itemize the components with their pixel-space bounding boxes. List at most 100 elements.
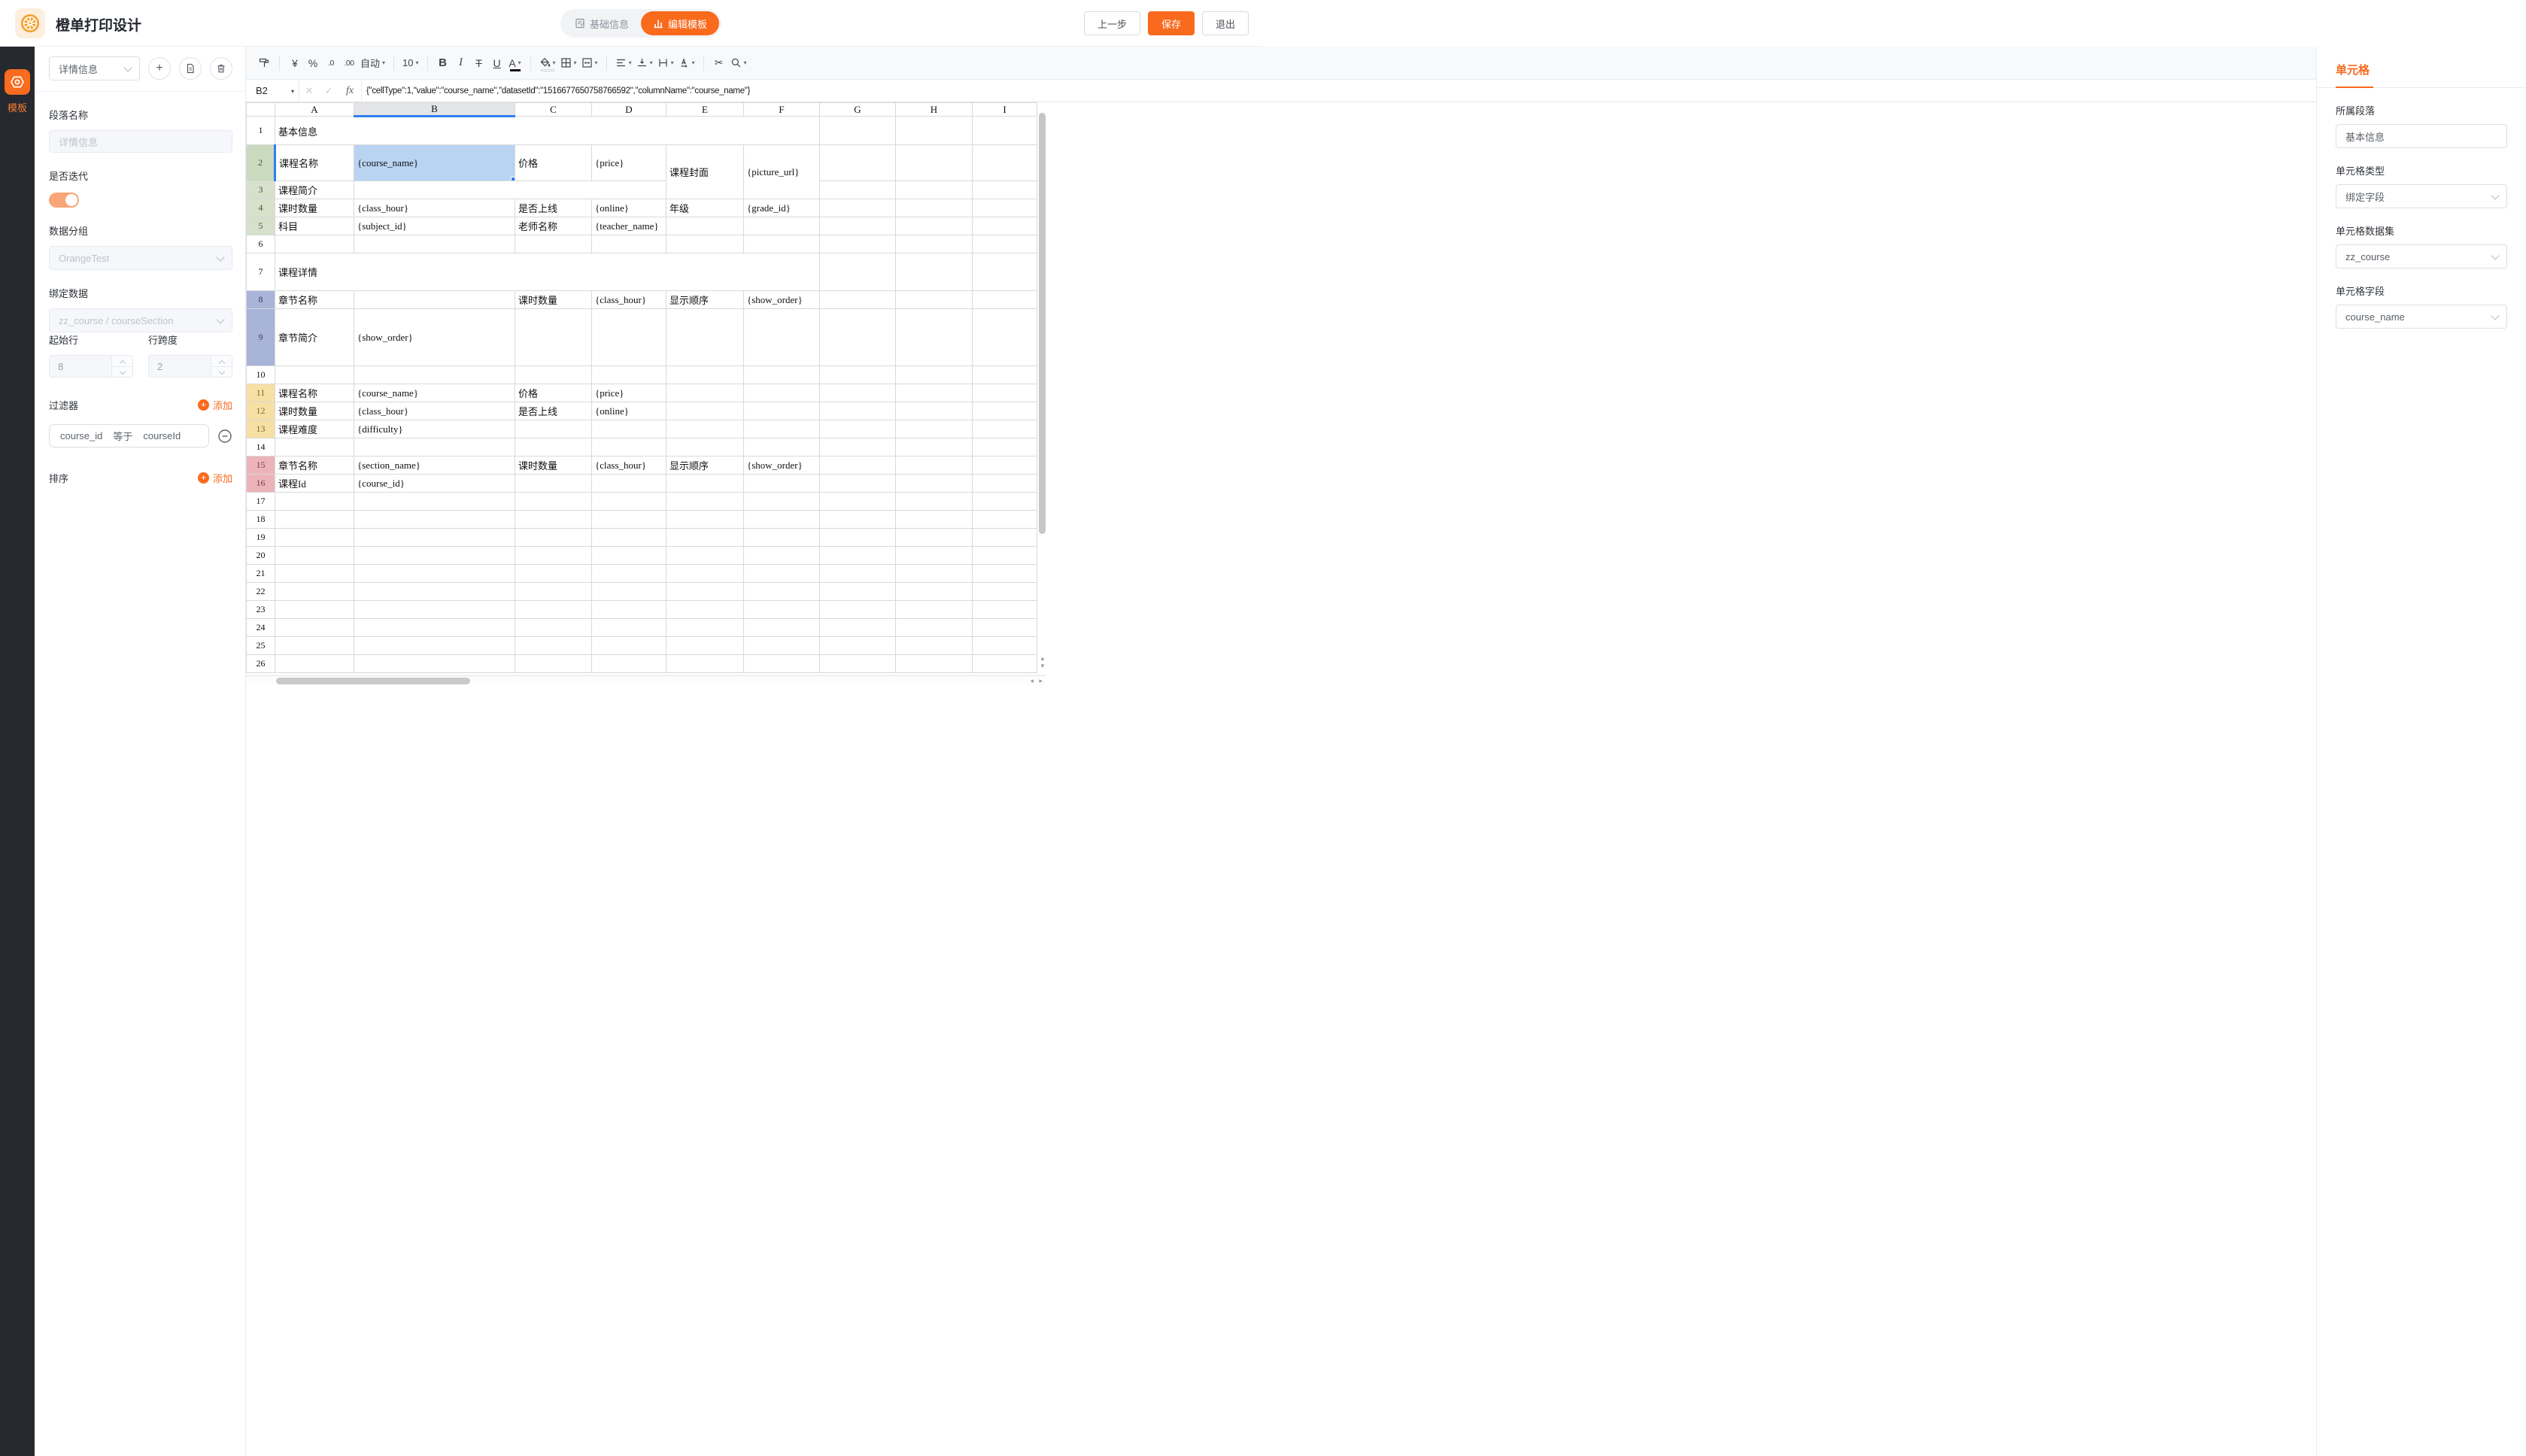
- cell-G16[interactable]: [820, 475, 896, 493]
- cell-A15[interactable]: 章节名称: [275, 457, 354, 475]
- row-header-15[interactable]: 15: [247, 457, 275, 475]
- add-filter-link[interactable]: + 添加: [198, 398, 232, 412]
- cell-H25[interactable]: [896, 637, 973, 655]
- increase-decimal-button[interactable]: .00: [340, 53, 358, 73]
- row-header-22[interactable]: 22: [247, 583, 275, 601]
- cell-H4[interactable]: [896, 199, 973, 217]
- font-size-select-button[interactable]: 10▾: [400, 53, 420, 73]
- cell-G25[interactable]: [820, 637, 896, 655]
- cell-G7[interactable]: [820, 253, 896, 291]
- cell-H17[interactable]: [896, 493, 973, 511]
- cell-D23[interactable]: [592, 601, 666, 619]
- format-painter-button[interactable]: [255, 53, 273, 73]
- currency-format-button[interactable]: ¥: [286, 53, 304, 73]
- cell-C23[interactable]: [515, 601, 592, 619]
- cell-C8[interactable]: 课时数量: [515, 291, 592, 309]
- select-all-corner[interactable]: [247, 103, 275, 117]
- cell-G2[interactable]: [820, 145, 896, 181]
- row-header-4[interactable]: 4: [247, 199, 275, 217]
- cell-G4[interactable]: [820, 199, 896, 217]
- row-header-25[interactable]: 25: [247, 637, 275, 655]
- data-group-select[interactable]: OrangeTest: [49, 246, 232, 270]
- exit-button[interactable]: 退出: [1202, 11, 1249, 35]
- cell-H23[interactable]: [896, 601, 973, 619]
- cell-H19[interactable]: [896, 529, 973, 547]
- remove-filter-button[interactable]: [217, 429, 232, 444]
- cell-H15[interactable]: [896, 457, 973, 475]
- cell-B18[interactable]: [354, 511, 515, 529]
- cell-I22[interactable]: [973, 583, 1037, 601]
- number-format-select-button[interactable]: 自动▾: [358, 53, 387, 73]
- cell-D5[interactable]: {teacher_name}: [592, 217, 666, 235]
- cell-F4[interactable]: {grade_id}: [744, 199, 820, 217]
- cell-I8[interactable]: [973, 291, 1037, 309]
- row-header-11[interactable]: 11: [247, 384, 275, 402]
- row-header-9[interactable]: 9: [247, 309, 275, 366]
- strikethrough-button[interactable]: T: [470, 53, 488, 73]
- cell-G15[interactable]: [820, 457, 896, 475]
- cancel-entry-icon[interactable]: ✕: [299, 85, 319, 97]
- cell-C10[interactable]: [515, 366, 592, 384]
- underline-button[interactable]: U: [488, 53, 506, 73]
- cell-C21[interactable]: [515, 565, 592, 583]
- filter-condition-chip[interactable]: course_id 等于 courseId: [49, 424, 209, 447]
- cell-E22[interactable]: [666, 583, 744, 601]
- cell-A16[interactable]: 课程Id: [275, 475, 354, 493]
- paragraph-input[interactable]: 基本信息: [2336, 124, 2507, 148]
- cell-F14[interactable]: [744, 438, 820, 457]
- cell-D25[interactable]: [592, 637, 666, 655]
- cell-G26[interactable]: [820, 655, 896, 673]
- cell-A3[interactable]: 课程简介: [275, 181, 354, 199]
- cell-A23[interactable]: [275, 601, 354, 619]
- cell-D22[interactable]: [592, 583, 666, 601]
- borders-button[interactable]: ▾: [558, 53, 579, 73]
- column-header-B[interactable]: B: [354, 103, 515, 117]
- cell-H2[interactable]: [896, 145, 973, 181]
- cell-A2[interactable]: 课程名称: [275, 145, 354, 181]
- cell-B22[interactable]: [354, 583, 515, 601]
- cell-D8[interactable]: {class_hour}: [592, 291, 666, 309]
- iterate-toggle[interactable]: [49, 193, 79, 208]
- cell-B14[interactable]: [354, 438, 515, 457]
- add-sort-link[interactable]: + 添加: [198, 471, 232, 485]
- cell-I13[interactable]: [973, 420, 1037, 438]
- cell-F17[interactable]: [744, 493, 820, 511]
- cell-G10[interactable]: [820, 366, 896, 384]
- cell-F16[interactable]: [744, 475, 820, 493]
- paragraph-name-input[interactable]: 详情信息: [49, 130, 232, 153]
- cell-I21[interactable]: [973, 565, 1037, 583]
- cell-I6[interactable]: [973, 235, 1037, 253]
- cell-E26[interactable]: [666, 655, 744, 673]
- cell-H22[interactable]: [896, 583, 973, 601]
- horizontal-align-button[interactable]: ▾: [613, 53, 634, 73]
- cell-B9[interactable]: {show_order}: [354, 309, 515, 366]
- tab-basic-info[interactable]: 基础信息: [563, 11, 641, 35]
- formula-content[interactable]: {"cellType":1,"value":"course_name","dat…: [366, 86, 750, 96]
- horizontal-scrollbar[interactable]: ◂ ▸: [246, 675, 1046, 685]
- cell-D2[interactable]: {price}: [592, 145, 666, 181]
- step-down-button[interactable]: [211, 366, 232, 378]
- cell-E18[interactable]: [666, 511, 744, 529]
- cell-F26[interactable]: [744, 655, 820, 673]
- cell-B15[interactable]: {section_name}: [354, 457, 515, 475]
- cell-F9[interactable]: [744, 309, 820, 366]
- cell-E17[interactable]: [666, 493, 744, 511]
- cell-A12[interactable]: 课时数量: [275, 402, 354, 420]
- cell-E11[interactable]: [666, 384, 744, 402]
- cell-D11[interactable]: {price}: [592, 384, 666, 402]
- cell-I16[interactable]: [973, 475, 1037, 493]
- cell-C13[interactable]: [515, 420, 592, 438]
- cell-I3[interactable]: [973, 181, 1037, 199]
- cell-C17[interactable]: [515, 493, 592, 511]
- cell-I5[interactable]: [973, 217, 1037, 235]
- cell-F24[interactable]: [744, 619, 820, 637]
- cell-B24[interactable]: [354, 619, 515, 637]
- column-header-D[interactable]: D: [592, 103, 666, 117]
- cell-H10[interactable]: [896, 366, 973, 384]
- cell-E13[interactable]: [666, 420, 744, 438]
- cell-I12[interactable]: [973, 402, 1037, 420]
- cell-E2[interactable]: 课程封面: [666, 145, 744, 199]
- cell-A24[interactable]: [275, 619, 354, 637]
- add-paragraph-button[interactable]: +: [148, 57, 171, 80]
- cell-dataset-select[interactable]: zz_course: [2336, 244, 2507, 268]
